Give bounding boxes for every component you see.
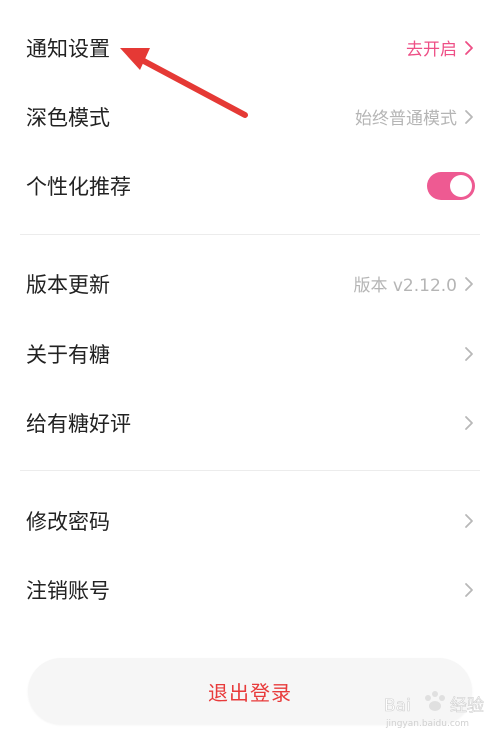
row-label: 版本更新 <box>26 272 110 297</box>
chevron-right-icon <box>465 276 473 291</box>
row-right <box>463 582 475 598</box>
row-change-password[interactable]: 修改密码 <box>0 486 500 555</box>
chevron-right-icon <box>465 415 473 430</box>
recommendation-toggle[interactable] <box>427 171 475 200</box>
row-value: 始终普通模式 <box>355 109 457 129</box>
chevron-right-icon <box>465 109 473 124</box>
logout-button[interactable]: 退出登录 <box>28 658 472 724</box>
row-right: 版本 v2.12.0 <box>353 271 475 296</box>
row-value: 版本 v2.12.0 <box>353 276 457 296</box>
divider <box>20 470 480 471</box>
divider <box>20 234 480 235</box>
logout-label: 退出登录 <box>208 680 292 705</box>
row-personalized-recommendation: 个性化推荐 <box>0 151 500 220</box>
row-about[interactable]: 关于有糖 <box>0 319 500 388</box>
chevron-right-icon <box>465 582 473 597</box>
row-notification-settings[interactable]: 通知设置 去开启 <box>0 13 500 82</box>
row-rate-app[interactable]: 给有糖好评 <box>0 388 500 457</box>
row-dark-mode[interactable]: 深色模式 始终普通模式 <box>0 82 500 151</box>
row-label: 给有糖好评 <box>26 411 131 436</box>
row-label: 深色模式 <box>26 105 110 130</box>
row-label: 修改密码 <box>26 509 110 534</box>
chevron-right-icon <box>465 40 473 55</box>
chevron-right-icon <box>465 346 473 361</box>
row-right: 始终普通模式 <box>355 104 475 129</box>
row-label: 通知设置 <box>26 36 110 61</box>
row-value: 去开启 <box>406 40 457 60</box>
row-right: 去开启 <box>406 35 475 60</box>
row-right <box>463 513 475 529</box>
row-label: 关于有糖 <box>26 342 110 367</box>
row-right <box>463 346 475 362</box>
row-label: 个性化推荐 <box>26 174 131 199</box>
chevron-right-icon <box>465 513 473 528</box>
row-delete-account[interactable]: 注销账号 <box>0 555 500 624</box>
row-label: 注销账号 <box>26 578 110 603</box>
row-right <box>463 415 475 431</box>
toggle-knob <box>450 174 472 197</box>
row-version-update[interactable]: 版本更新 版本 v2.12.0 <box>0 249 500 318</box>
